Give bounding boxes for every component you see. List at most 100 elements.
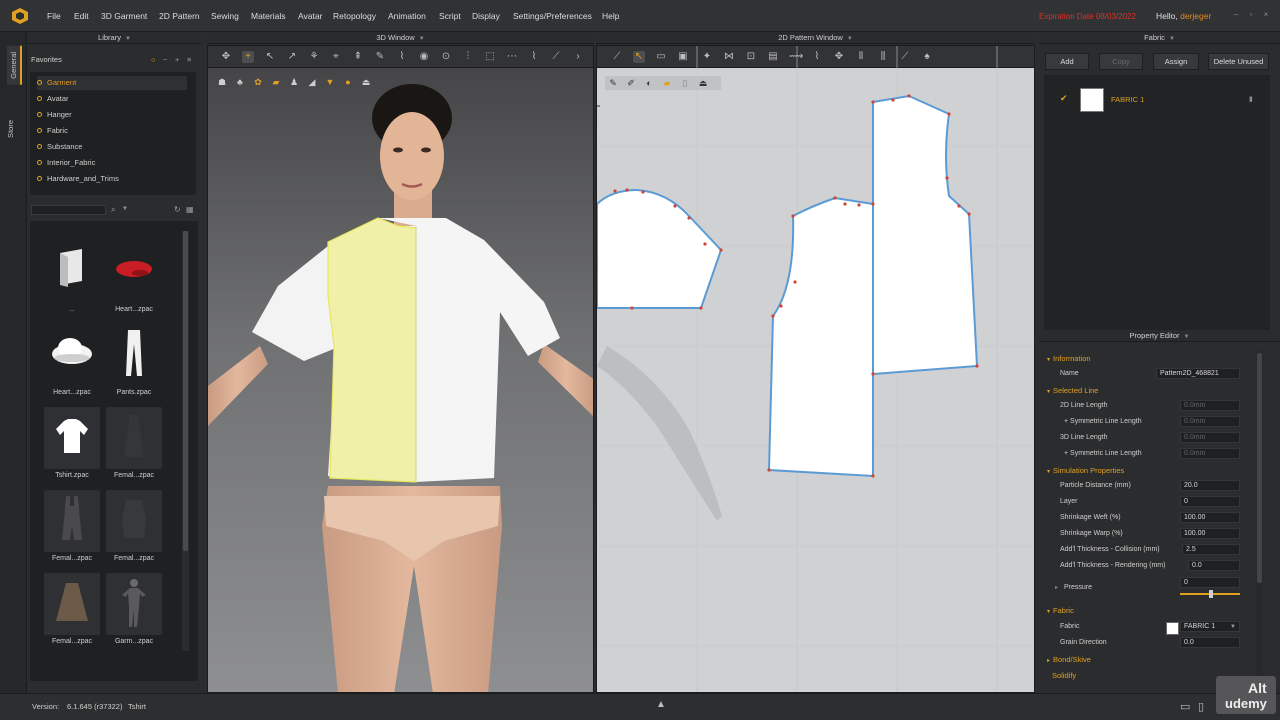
section-bond-skive[interactable]: ▸ Bond/Skive bbox=[1047, 655, 1091, 664]
library-item[interactable]: Heart...zpac bbox=[44, 324, 100, 400]
delete-unused-button[interactable]: Delete Unused bbox=[1208, 53, 1269, 70]
chevron-down-icon[interactable]: ▼ bbox=[122, 206, 128, 212]
chevron-down-icon[interactable]: ▼ bbox=[847, 36, 853, 42]
library-item[interactable]: Femal...zpac bbox=[44, 490, 100, 566]
grain-direction-field[interactable]: 0.0 bbox=[1180, 637, 1240, 648]
favorite-item-garment[interactable]: Garment bbox=[37, 76, 187, 90]
favorite-item-fabric[interactable]: Fabric bbox=[37, 124, 187, 138]
library-item-label: Femal...zpac bbox=[51, 638, 93, 645]
menu-script[interactable]: Script bbox=[439, 11, 461, 21]
menu-avatar[interactable]: Avatar bbox=[298, 11, 322, 21]
shrinkage-warp-label: Shrinkage Warp (%) bbox=[1060, 530, 1123, 537]
menu-display[interactable]: Display bbox=[472, 11, 500, 21]
split-view-icon[interactable]: ▯ bbox=[1198, 700, 1204, 713]
menu-edit[interactable]: Edit bbox=[74, 11, 89, 21]
expand-up-icon[interactable]: ▲ bbox=[656, 699, 666, 710]
menu-file[interactable]: File bbox=[47, 11, 61, 21]
library-item[interactable]: .. bbox=[44, 241, 100, 317]
line-2d-field[interactable]: 0.0mm bbox=[1180, 400, 1240, 411]
menu-materials[interactable]: Materials bbox=[251, 11, 285, 21]
pattern-canvas[interactable] bbox=[597, 46, 1035, 693]
pressure-field[interactable]: 0 bbox=[1180, 577, 1240, 588]
menu-sewing[interactable]: Sewing bbox=[211, 11, 239, 21]
chevron-right-icon[interactable]: ▸ bbox=[1055, 584, 1058, 591]
scrollbar-thumb[interactable] bbox=[1257, 353, 1262, 583]
pattern-2d-window[interactable]: ⟋ ↖ ▭ ▣ ✦ ⋈ ⊡ ▤ ⟿ ⌇ ✥ ⫴ ⫼ ⟋ ♠ ✎ ✐ ◐ ▰ ▯ … bbox=[596, 45, 1035, 693]
layer-label: Layer bbox=[1060, 498, 1078, 505]
thickness-collision-field[interactable]: 2.5 bbox=[1182, 544, 1240, 555]
favorite-star-icon[interactable]: ○ bbox=[151, 55, 156, 64]
section-solidify[interactable]: Solidify bbox=[1052, 671, 1076, 680]
view3d-title: 3D Window bbox=[376, 33, 415, 42]
line-3d-field[interactable]: 0.0mm bbox=[1180, 432, 1240, 443]
list-view-icon[interactable]: ≡ bbox=[187, 55, 191, 64]
sym-line-3d-label: + Symmetric Line Length bbox=[1064, 450, 1142, 457]
pressure-slider-handle[interactable] bbox=[1209, 590, 1213, 598]
layer-field[interactable]: 0 bbox=[1180, 496, 1240, 507]
shrinkage-warp-field[interactable]: 100.00 bbox=[1180, 528, 1240, 539]
clo-logo-icon[interactable] bbox=[11, 7, 29, 25]
fabric-options-icon[interactable]: ▮ bbox=[1249, 95, 1253, 103]
property-scrollbar[interactable] bbox=[1256, 351, 1263, 676]
single-view-icon[interactable]: ▭ bbox=[1180, 700, 1190, 713]
section-fabric[interactable]: ▾ Fabric bbox=[1047, 606, 1074, 615]
add-favorite-icon[interactable]: + bbox=[175, 55, 179, 64]
shrinkage-weft-field[interactable]: 100.00 bbox=[1180, 512, 1240, 523]
favorite-item-avatar[interactable]: Avatar bbox=[37, 92, 187, 106]
library-scrollbar[interactable] bbox=[182, 231, 189, 651]
view3d-window[interactable]: ✥ + ↖ ↗ ⚘ ⌖ ⇞ ✎ ⌇ ◉ ⊙ ⫶ ⬚ ⋯ ⌇ ⟋ › ☗ ♣ ✿ … bbox=[207, 45, 594, 693]
library-item-selected[interactable]: Tshirt.zpac bbox=[44, 407, 100, 483]
section-simulation[interactable]: ▾ Simulation Properties bbox=[1047, 466, 1124, 475]
tab-store[interactable]: Store bbox=[6, 120, 15, 138]
user-greeting[interactable]: Hello, derjeger bbox=[1156, 11, 1211, 21]
copy-fabric-button[interactable]: Copy bbox=[1099, 53, 1143, 70]
library-item[interactable]: Pants.zpac bbox=[106, 324, 162, 400]
scrollbar-thumb[interactable] bbox=[183, 231, 188, 551]
remove-favorite-icon[interactable]: − bbox=[163, 55, 167, 64]
menu-help[interactable]: Help bbox=[602, 11, 619, 21]
chevron-down-icon[interactable]: ▼ bbox=[419, 36, 425, 42]
sym-line-2d-field[interactable]: 0.0mm bbox=[1180, 416, 1240, 427]
thickness-rendering-field[interactable]: 0.0 bbox=[1188, 560, 1240, 571]
menu-settings[interactable]: Settings/Preferences bbox=[513, 11, 592, 21]
menu-2d-pattern[interactable]: 2D Pattern bbox=[159, 11, 200, 21]
library-item[interactable]: Femal...zpac bbox=[44, 573, 100, 649]
tab-general[interactable]: General bbox=[7, 46, 22, 85]
menu-3d-garment[interactable]: 3D Garment bbox=[101, 11, 147, 21]
avatar-3d-model[interactable] bbox=[208, 46, 594, 693]
grid-view-icon[interactable]: ▦ bbox=[186, 205, 194, 214]
chevron-down-icon[interactable]: ▼ bbox=[1169, 36, 1175, 42]
chevron-down-icon[interactable]: ▼ bbox=[1184, 334, 1190, 340]
add-fabric-button[interactable]: Add bbox=[1045, 53, 1089, 70]
favorite-item-hanger[interactable]: Hanger bbox=[37, 108, 187, 122]
udemy-watermark: Alt udemy bbox=[1216, 676, 1276, 714]
particle-distance-field[interactable]: 20.0 bbox=[1180, 480, 1240, 491]
section-label: Information bbox=[1053, 354, 1091, 363]
assign-fabric-button[interactable]: Assign bbox=[1153, 53, 1199, 70]
library-search-input[interactable] bbox=[31, 205, 106, 215]
refresh-icon[interactable]: ↻ bbox=[174, 205, 181, 214]
name-field[interactable]: Pattern2D_468821 bbox=[1156, 368, 1240, 379]
favorite-item-interior-fabric[interactable]: Interior_Fabric bbox=[37, 156, 187, 170]
menu-retopology[interactable]: Retopology bbox=[333, 11, 376, 21]
fabric-list-item[interactable]: ✔ FABRIC 1 ▮ bbox=[1044, 87, 1270, 113]
sym-line-3d-field[interactable]: 0.0mm bbox=[1180, 448, 1240, 459]
close-icon[interactable]: × bbox=[1262, 11, 1270, 19]
library-item[interactable]: Heart...zpac bbox=[106, 241, 162, 317]
library-item[interactable]: Femal...zpac bbox=[106, 490, 162, 566]
library-item[interactable]: Garm...zpac bbox=[106, 573, 162, 649]
chevron-down-icon[interactable]: ▼ bbox=[125, 36, 131, 42]
section-information[interactable]: ▾ Information bbox=[1047, 354, 1091, 363]
menu-animation[interactable]: Animation bbox=[388, 11, 426, 21]
minimize-icon[interactable]: – bbox=[1232, 11, 1240, 19]
garment-on-avatar-icon bbox=[106, 573, 162, 635]
favorite-item-hardware-trims[interactable]: Hardware_and_Trims bbox=[37, 172, 187, 186]
section-selected-line[interactable]: ▾ Selected Line bbox=[1047, 386, 1098, 395]
fabric-select[interactable]: FABRIC 1 ▼ bbox=[1180, 621, 1240, 632]
search-icon[interactable]: ⌕ bbox=[111, 205, 115, 215]
library-grid: .. Heart...zpac Heart...zpac Pants.zpac bbox=[30, 221, 198, 681]
library-item[interactable]: Femal...zpac bbox=[106, 407, 162, 483]
library-item-label: Tshirt.zpac bbox=[55, 472, 89, 479]
restore-icon[interactable]: ▫ bbox=[1247, 11, 1255, 19]
favorite-item-substance[interactable]: Substance bbox=[37, 140, 187, 154]
